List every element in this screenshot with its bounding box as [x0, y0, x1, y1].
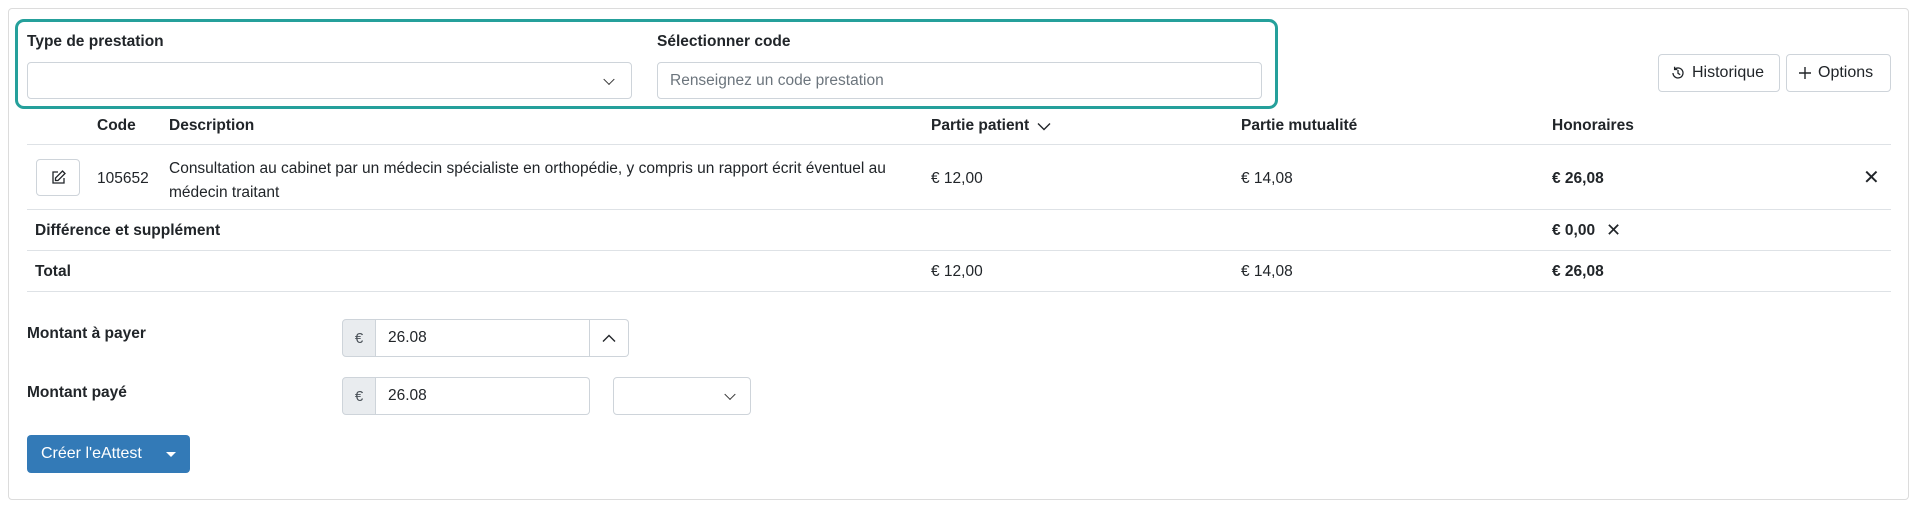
type-label: Type de prestation [27, 33, 164, 50]
history-button[interactable]: Historique [1658, 54, 1780, 92]
code-input[interactable]: Renseignez un code prestation [657, 62, 1262, 99]
options-button[interactable]: Options [1786, 54, 1891, 92]
col-description: Description [169, 117, 255, 134]
row-fees: € 26,08 [1552, 170, 1604, 187]
col-patient: Partie patient [931, 117, 1030, 134]
col-mutuality: Partie mutualité [1241, 117, 1358, 134]
payment-method-select[interactable] [613, 377, 751, 415]
row-patient: € 12,00 [931, 170, 983, 187]
chevron-down-icon [603, 73, 615, 85]
total-mutuality: € 14,08 [1241, 263, 1293, 280]
code-label: Sélectionner code [657, 33, 791, 50]
caret-down-icon[interactable] [166, 451, 176, 457]
currency-addon: € [342, 377, 376, 415]
amount-due-input[interactable]: 26.08 [376, 319, 590, 357]
history-icon [1672, 66, 1684, 79]
supplement-fees: € 0,00 [1552, 222, 1596, 239]
chevron-up-icon [602, 334, 616, 342]
remove-row-close-icon[interactable]: ✕ [1863, 168, 1880, 188]
currency-addon: € [342, 319, 376, 357]
amount-due-group: € 26.08 [342, 319, 629, 357]
row-divider [27, 250, 1891, 251]
row-divider [27, 291, 1891, 292]
row-divider [27, 144, 1891, 145]
row-description: Consultation au cabinet par un médecin s… [169, 157, 886, 205]
col-patient-sort[interactable]: Partie patient [931, 117, 1051, 135]
create-eattest-label: Créer l'eAttest [41, 445, 142, 462]
row-divider [27, 209, 1891, 210]
increment-button[interactable] [590, 319, 629, 357]
col-fees: Honoraires [1552, 117, 1634, 134]
col-code: Code [97, 117, 136, 134]
total-fees: € 26,08 [1552, 263, 1604, 280]
row-description-line2: médecin traitant [169, 184, 280, 201]
amount-paid-label: Montant payé [27, 384, 127, 401]
edit-icon [51, 170, 66, 184]
amount-paid-group: € 26.08 [342, 377, 590, 415]
row-description-line1: Consultation au cabinet par un médecin s… [169, 160, 886, 177]
amount-paid-input[interactable]: 26.08 [376, 377, 590, 415]
row-mutuality: € 14,08 [1241, 170, 1293, 187]
chevron-down-icon [1037, 122, 1051, 130]
create-eattest-button[interactable]: Créer l'eAttest [27, 435, 190, 473]
total-patient: € 12,00 [931, 263, 983, 280]
history-label: Historique [1692, 64, 1765, 81]
edit-button[interactable] [36, 159, 80, 196]
total-label: Total [35, 263, 71, 280]
remove-supplement-close-icon[interactable]: ✕ [1606, 221, 1621, 239]
amount-due-label: Montant à payer [27, 325, 146, 342]
plus-icon [1799, 67, 1811, 79]
chevron-down-icon [724, 388, 736, 401]
supplement-label: Différence et supplément [35, 222, 221, 239]
type-select[interactable] [27, 62, 632, 99]
row-code: 105652 [97, 170, 149, 187]
options-label: Options [1818, 64, 1874, 81]
